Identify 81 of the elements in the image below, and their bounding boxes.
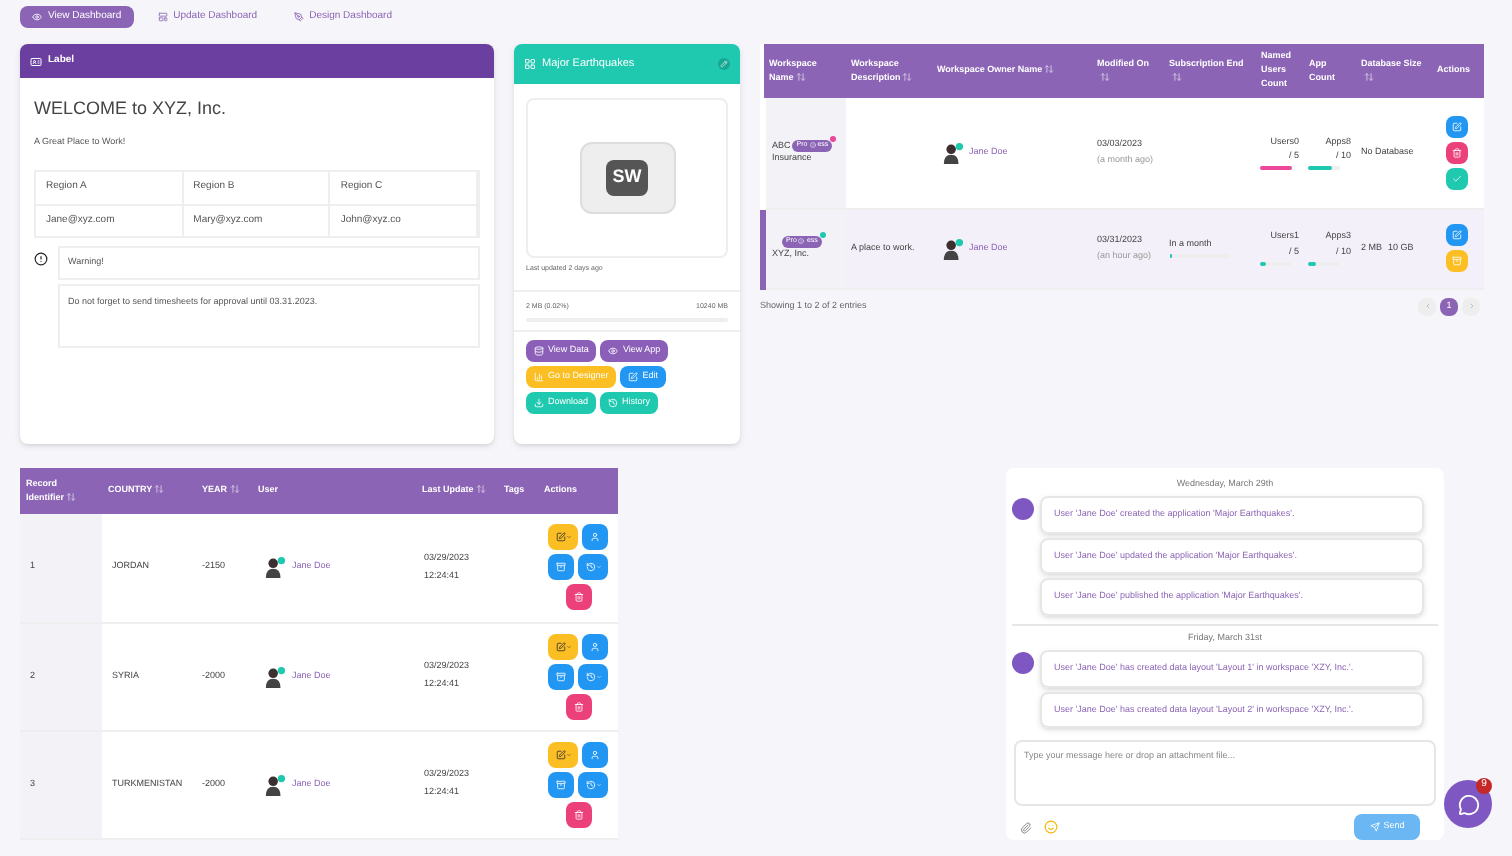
info-icon bbox=[798, 238, 805, 245]
check-button[interactable] bbox=[1446, 167, 1468, 190]
caret-icon bbox=[595, 673, 601, 679]
info-icon bbox=[809, 142, 816, 149]
user-avatar-icon bbox=[264, 665, 286, 687]
edit-icon bbox=[555, 641, 565, 651]
caret-icon bbox=[565, 643, 571, 649]
history-icon bbox=[585, 779, 595, 789]
layout-icon bbox=[157, 12, 168, 22]
edit-icon bbox=[555, 749, 565, 759]
sort-icon[interactable] bbox=[1099, 71, 1109, 82]
archive-icon bbox=[556, 671, 566, 681]
archive-icon bbox=[556, 562, 566, 573]
user-icon bbox=[590, 749, 600, 759]
sort-icon[interactable] bbox=[902, 71, 913, 82]
delete-button[interactable] bbox=[1446, 141, 1468, 164]
user-icon bbox=[590, 532, 600, 543]
database-icon bbox=[534, 345, 544, 355]
history-dropdown-button[interactable] bbox=[578, 771, 608, 797]
pen-icon bbox=[293, 12, 304, 22]
user-button[interactable] bbox=[582, 633, 608, 659]
edit-button[interactable] bbox=[1446, 224, 1468, 246]
send-icon bbox=[1369, 822, 1380, 832]
edit-icon bbox=[1452, 121, 1462, 132]
bar-chart-icon bbox=[534, 371, 544, 381]
history-dropdown-button[interactable] bbox=[578, 663, 608, 689]
paperclip-icon[interactable] bbox=[1020, 821, 1032, 833]
user-avatar-icon bbox=[941, 237, 963, 259]
sort-icon[interactable] bbox=[475, 484, 486, 495]
delete-button[interactable] bbox=[565, 801, 591, 827]
user-avatar-icon bbox=[941, 141, 963, 164]
trash-icon bbox=[573, 701, 583, 711]
caret-icon bbox=[595, 781, 601, 787]
trash-icon bbox=[1452, 147, 1462, 158]
sort-icon[interactable] bbox=[229, 484, 240, 495]
avatar-icon bbox=[1012, 651, 1034, 674]
eye-icon bbox=[608, 345, 619, 355]
history-icon bbox=[585, 671, 595, 681]
welcome-heading: WELCOME to XYZ, Inc. bbox=[34, 96, 229, 122]
eye-icon bbox=[32, 12, 42, 22]
archive-icon bbox=[556, 779, 566, 789]
edit-icon[interactable] bbox=[718, 58, 730, 70]
caret-icon bbox=[565, 534, 571, 541]
emoji-icon[interactable] bbox=[1044, 820, 1058, 834]
alert-icon bbox=[34, 252, 48, 267]
sort-icon[interactable] bbox=[795, 71, 806, 82]
delete-button[interactable] bbox=[565, 693, 591, 719]
chat-icon bbox=[1457, 793, 1479, 815]
user-button[interactable] bbox=[582, 741, 608, 767]
trash-icon bbox=[573, 592, 583, 603]
avatar-icon bbox=[1012, 497, 1034, 520]
user-icon bbox=[590, 641, 600, 651]
caret-icon bbox=[595, 564, 601, 571]
user-avatar-icon bbox=[264, 773, 286, 795]
trash-icon bbox=[573, 809, 583, 819]
edit-dropdown-button[interactable] bbox=[548, 741, 578, 767]
download-icon bbox=[534, 397, 544, 407]
grid-icon bbox=[524, 58, 536, 70]
user-button[interactable] bbox=[582, 524, 608, 551]
history-icon bbox=[585, 562, 595, 573]
edit-icon bbox=[1452, 230, 1462, 240]
sort-icon[interactable] bbox=[1171, 71, 1181, 82]
edit-dropdown-button[interactable] bbox=[548, 633, 578, 659]
id-card-icon bbox=[30, 55, 42, 67]
edit-icon bbox=[628, 371, 639, 381]
edit-icon bbox=[555, 532, 565, 543]
caret-icon bbox=[565, 751, 571, 757]
logo-text: SW bbox=[606, 160, 648, 196]
sort-icon[interactable] bbox=[66, 491, 77, 502]
chat-widget-button[interactable] bbox=[1444, 780, 1492, 828]
sort-icon[interactable] bbox=[1363, 71, 1373, 82]
edit-button[interactable] bbox=[1446, 115, 1468, 138]
check-icon bbox=[1452, 173, 1462, 184]
edit-dropdown-button[interactable] bbox=[548, 524, 578, 551]
sort-icon[interactable] bbox=[154, 484, 165, 495]
archive-icon bbox=[1452, 256, 1462, 266]
history-icon bbox=[608, 397, 619, 407]
delete-button[interactable] bbox=[565, 584, 591, 611]
user-avatar-icon bbox=[264, 556, 286, 579]
history-dropdown-button[interactable] bbox=[578, 554, 608, 581]
sort-icon[interactable] bbox=[1044, 64, 1055, 75]
